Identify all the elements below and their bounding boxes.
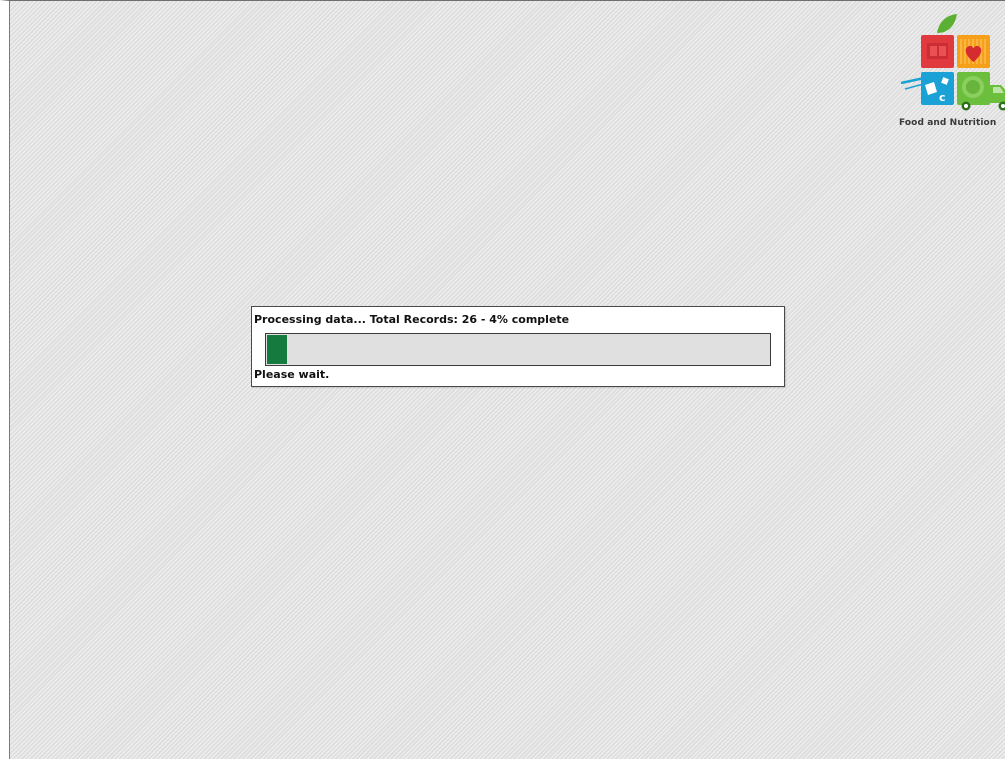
logo-text: Food and Nutrition [899,118,997,128]
please-wait-text: Please wait. [254,368,330,381]
food-and-nutrition-logo: c Food and Nutrition [899,13,1005,133]
progress-status-text: Processing data... Total Records: 26 - 4… [254,313,570,326]
app-screen: c Food and Nutrition Processing data... … [0,0,1005,759]
progress-dialog: Processing data... Total Records: 26 - 4… [251,306,785,387]
progress-bar [265,333,771,366]
progress-bar-fill [267,335,287,364]
svg-text:c: c [939,91,946,104]
logo-graphic-icon: c [900,14,1005,111]
